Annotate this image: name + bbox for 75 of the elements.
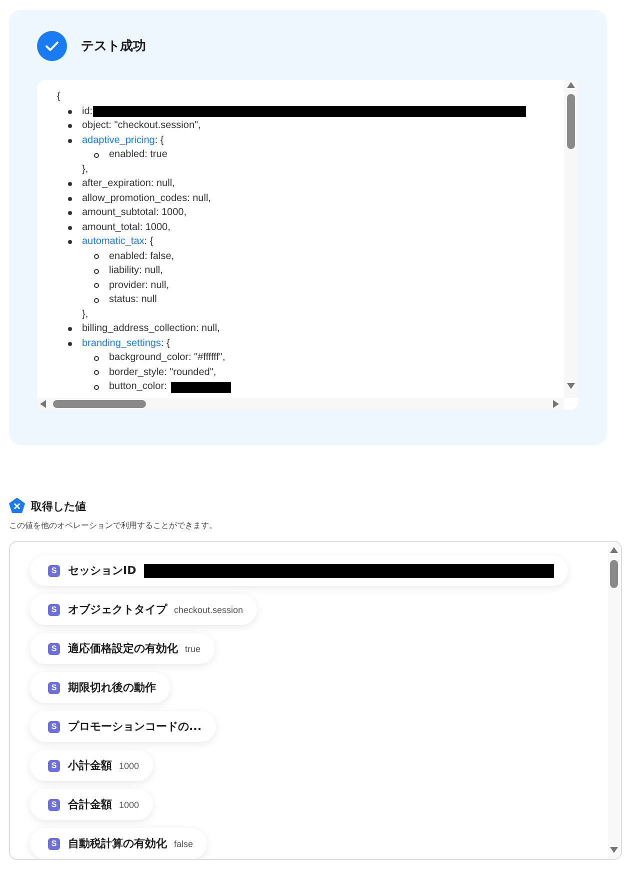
value-text: 1000 xyxy=(119,800,140,810)
value-label: 小計金額 xyxy=(68,758,112,773)
code-line: amount_subtotal: 1000, xyxy=(82,206,187,220)
code-line: automatic_tax: { xyxy=(82,235,154,249)
value-chip[interactable]: S セッションID xyxy=(30,555,568,586)
value-chip[interactable]: S 自動税計算の有効化 false xyxy=(30,828,208,859)
code-line: status: null xyxy=(109,293,157,307)
bullet-icon xyxy=(94,370,99,376)
code-line: button_color: xyxy=(109,380,167,394)
code-line: object: "checkout.session", xyxy=(82,119,201,133)
value-label: 期限切れ後の動作 xyxy=(68,680,156,695)
value-text: false xyxy=(174,838,194,848)
value-label: セッションID xyxy=(68,563,136,578)
code-line: { xyxy=(57,90,62,104)
code-line: liability: null, xyxy=(109,264,163,278)
value-label: オブジェクトタイプ xyxy=(68,602,167,617)
bullet-icon xyxy=(94,283,99,288)
type-badge: S xyxy=(48,798,60,810)
code-line: amount_total: 1000, xyxy=(82,220,170,234)
bullet-icon xyxy=(94,254,99,260)
bullet-icon xyxy=(68,211,72,216)
value-chip[interactable]: S 期限切れ後の動作 xyxy=(30,672,170,703)
bullet-icon xyxy=(94,152,99,158)
value-chip[interactable]: S 適応価格設定の有効化 true xyxy=(30,633,215,664)
bullet-icon xyxy=(68,240,72,244)
bullet-icon xyxy=(68,138,72,143)
code-line: border_style: "rounded", xyxy=(109,366,216,380)
value-label: 自動税計算の有効化 xyxy=(68,836,167,851)
value-text: 1000 xyxy=(119,760,140,770)
bullet-icon xyxy=(94,298,99,303)
bullet-icon xyxy=(68,226,72,230)
type-badge: S xyxy=(48,838,60,850)
value-label: プロモーションコードの... xyxy=(68,719,202,734)
bullet-icon xyxy=(68,342,72,346)
bullet-icon xyxy=(68,124,72,128)
value-text: checkout.session xyxy=(174,604,244,614)
value-chip[interactable]: S プロモーションコードの... xyxy=(30,711,216,742)
type-badge: S xyxy=(48,604,60,616)
code-line: id: xyxy=(82,104,93,118)
type-badge: S xyxy=(48,720,60,732)
code-line: }, xyxy=(82,162,88,176)
bullet-icon xyxy=(94,384,99,390)
code-line: enabled: false, xyxy=(109,250,174,264)
value-text: true xyxy=(185,644,201,654)
type-badge: S xyxy=(48,564,60,576)
section-title: 取得した値 xyxy=(31,498,86,514)
bullet-icon xyxy=(94,268,99,274)
vertical-scrollbar[interactable] xyxy=(608,543,620,859)
value-chip[interactable]: S 小計金額 1000 xyxy=(30,750,154,781)
bullet-icon xyxy=(68,182,72,186)
bullet-icon xyxy=(94,356,99,361)
value-chip[interactable]: S オブジェクトタイプ checkout.session xyxy=(30,594,258,625)
code-line: branding_settings: { xyxy=(82,336,170,350)
bullet-icon xyxy=(68,110,72,114)
bullet-icon xyxy=(68,196,72,201)
type-badge: S xyxy=(48,760,60,772)
value-label: 適応価格設定の有効化 xyxy=(68,641,178,656)
code-line: provider: null, xyxy=(109,278,170,292)
code-line: }, xyxy=(82,308,88,322)
value-label: 合計金額 xyxy=(68,797,112,812)
horizontal-scrollbar[interactable] xyxy=(37,398,564,410)
value-chip[interactable]: S 合計金額 1000 xyxy=(30,789,154,820)
code-line: adaptive_pricing: { xyxy=(82,134,164,148)
code-line: billing_address_collection: null, xyxy=(82,322,220,336)
type-badge: S xyxy=(48,682,60,694)
code-line: after_expiration: null, xyxy=(82,177,175,191)
vertical-scrollbar[interactable] xyxy=(564,80,578,398)
x-badge-icon xyxy=(9,498,25,514)
code-line: background_color: "#ffffff", xyxy=(109,351,226,365)
code-line: allow_promotion_codes: null, xyxy=(82,192,211,206)
status-title: テスト成功 xyxy=(81,38,146,55)
section-description: この値を他のオペレーションで利用することができます。 xyxy=(9,520,218,531)
bullet-icon xyxy=(68,327,72,332)
type-badge: S xyxy=(48,642,60,654)
code-line: enabled: true xyxy=(109,148,168,162)
